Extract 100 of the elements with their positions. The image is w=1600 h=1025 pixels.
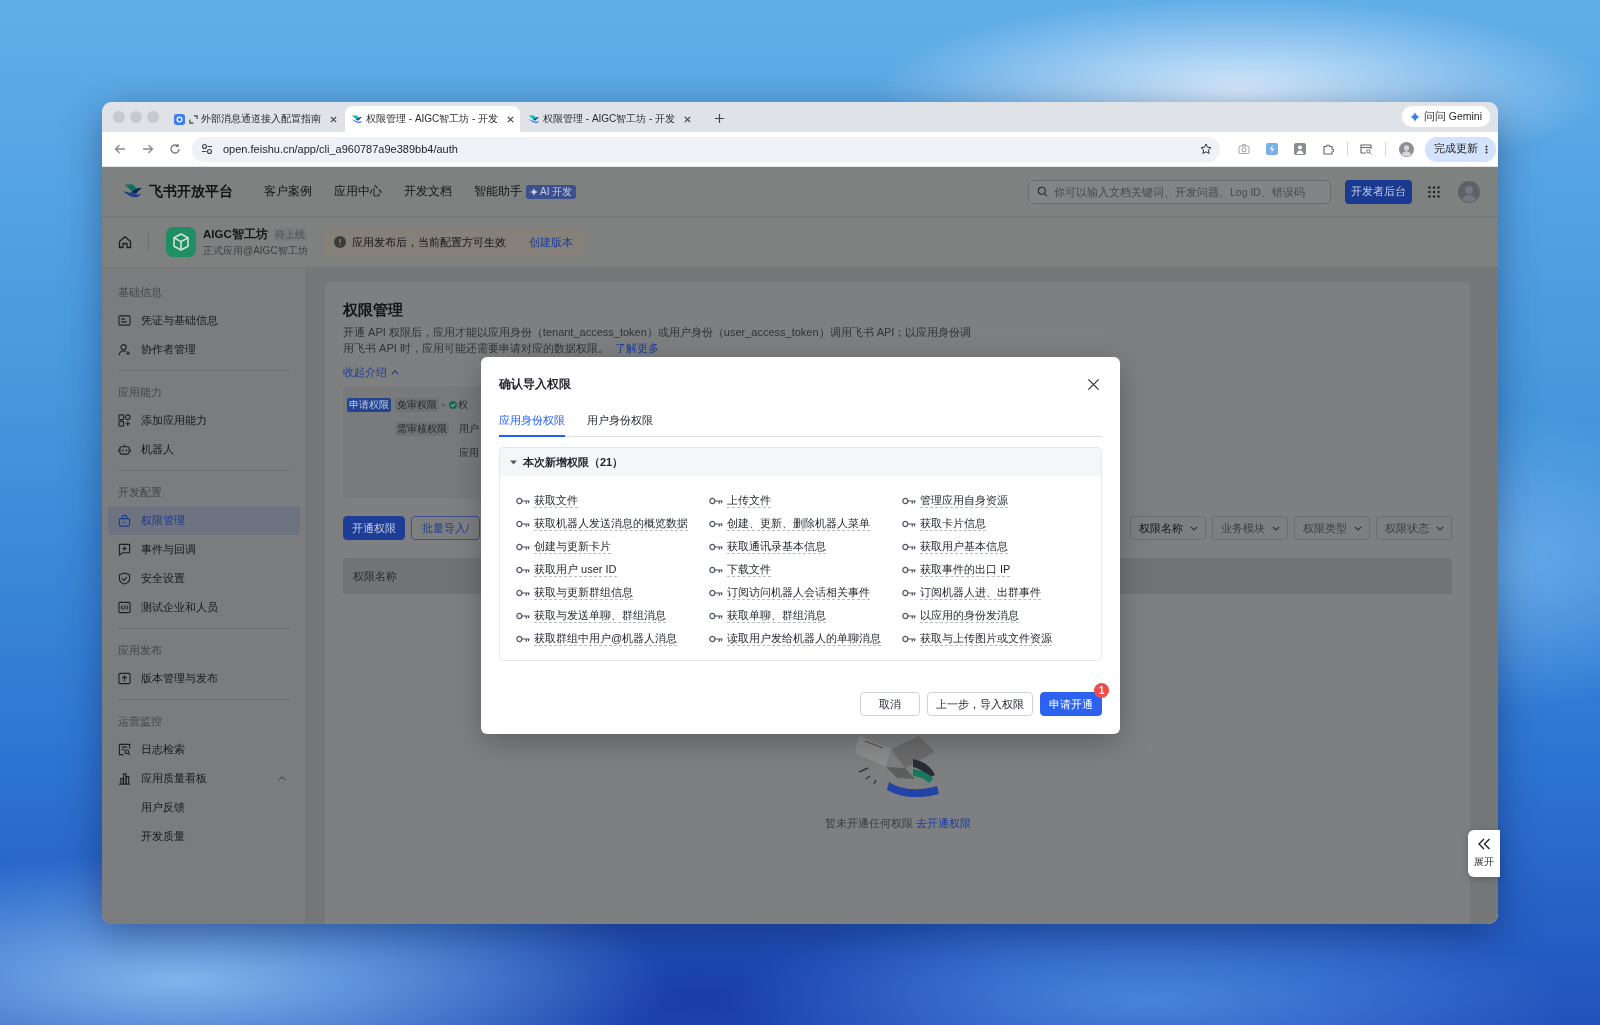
key-icon xyxy=(902,565,916,574)
diagram-label: 应用 xyxy=(459,446,479,460)
permission-name: 创建、更新、删除机器人菜单 xyxy=(727,516,870,531)
key-icon xyxy=(902,611,916,620)
key-icon xyxy=(516,611,530,620)
filter-dropdown[interactable]: 业务模块 xyxy=(1212,516,1288,540)
home-icon[interactable] xyxy=(118,235,132,249)
star-icon[interactable] xyxy=(1200,143,1212,155)
key-icon xyxy=(516,565,530,574)
double-chevron-left-icon xyxy=(1477,838,1491,850)
close-icon[interactable] xyxy=(329,114,338,124)
robot-icon xyxy=(118,443,131,456)
key-icon xyxy=(709,611,723,620)
permission-type-tag: 免审权限 xyxy=(395,398,439,412)
grid-plus-icon xyxy=(118,414,131,427)
permission-name: 获取用户基本信息 xyxy=(920,539,1008,554)
triangle-right-icon xyxy=(442,402,447,408)
check-circle-icon xyxy=(449,401,457,409)
app-grid-icon[interactable] xyxy=(1428,185,1440,198)
puzzle-icon[interactable] xyxy=(1322,143,1334,155)
nav-link[interactable]: 应用中心 xyxy=(334,183,382,200)
permission-name: 获取机器人发送消息的概览数据 xyxy=(534,516,688,531)
permission-type-tag: 需审核权限 xyxy=(395,422,449,436)
chevron-up-icon[interactable] xyxy=(278,776,286,781)
permission-name: 获取通讯录基本信息 xyxy=(727,539,826,554)
permission-name: 订阅访问机器人会话相关事件 xyxy=(727,585,870,600)
close-icon[interactable] xyxy=(506,114,515,124)
sidebar-item[interactable]: 凭证与基础信息 xyxy=(108,306,300,335)
sidebar-item[interactable]: 测试企业和人员 xyxy=(108,593,300,622)
back-arrow-icon[interactable] xyxy=(114,143,126,155)
permission-name: 获取卡片信息 xyxy=(920,516,986,531)
expand-button[interactable]: 展开 xyxy=(1468,830,1500,877)
dialog-button[interactable]: 上一步，导入权限 xyxy=(927,692,1033,716)
key-icon xyxy=(902,496,916,505)
key-icon xyxy=(709,588,723,597)
sidebar-item[interactable]: 应用质量看板 xyxy=(108,764,300,793)
dialog-tab[interactable]: 用户身份权限 xyxy=(587,404,653,437)
site-settings-icon[interactable] xyxy=(201,143,213,155)
chevron-up-icon xyxy=(391,369,399,375)
alert-circle-icon xyxy=(334,236,346,248)
camera-icon[interactable] xyxy=(1238,143,1250,155)
portrait-icon[interactable] xyxy=(1294,143,1306,155)
filter-dropdown[interactable]: 权限类型 xyxy=(1294,516,1370,540)
chevron-down-icon xyxy=(1190,525,1198,531)
dialog-button[interactable]: 取消 xyxy=(860,692,920,716)
browser-tab[interactable]: 权限管理 - AIGC智工坊 - 开发 xyxy=(345,106,520,132)
tab-search-icon[interactable] xyxy=(1360,143,1372,155)
chevron-down-icon xyxy=(1436,525,1444,531)
key-icon xyxy=(902,634,916,643)
bar-chart-icon xyxy=(118,772,131,785)
address-bar[interactable]: open.feishu.cn/app/cli_a960787a9e389bb4/auth xyxy=(192,136,1220,162)
empty-state-text: 暂未开通任何权限 去开通权限 xyxy=(824,816,971,830)
plus-icon[interactable] xyxy=(714,113,725,124)
sidebar-item[interactable]: 安全设置 xyxy=(108,564,300,593)
forward-arrow-icon[interactable] xyxy=(142,143,154,155)
filter-dropdown[interactable]: 权限名称 xyxy=(1130,516,1206,540)
profile-avatar-icon[interactable] xyxy=(1399,141,1414,157)
nav-link[interactable]: 智能助手 xyxy=(474,183,522,200)
browser-tab[interactable]: 权限管理 - AIGC智工坊 - 开发 xyxy=(522,106,697,132)
permission-name: 获取文件 xyxy=(534,493,578,508)
id-card-icon xyxy=(118,314,131,327)
user-add-icon xyxy=(118,343,131,356)
column-header: 权限名称 xyxy=(353,568,397,584)
filter-dropdown[interactable]: 权限状态 xyxy=(1376,516,1452,540)
nav-link[interactable]: 开发文档 xyxy=(404,183,452,200)
app-name: AIGC智工坊 xyxy=(203,226,268,242)
sidebar-item[interactable]: 日志检索 xyxy=(108,735,300,764)
collapse-intro-link[interactable]: 收起介绍 xyxy=(343,364,399,380)
sidebar-item[interactable]: 机器人 xyxy=(108,435,300,464)
learn-more-link[interactable]: 了解更多 xyxy=(614,342,659,354)
message-plus-icon xyxy=(118,543,131,556)
reload-icon[interactable] xyxy=(169,143,181,155)
group-header[interactable]: 本次新增权限（21） xyxy=(500,448,1101,476)
browser-tab[interactable]: 外部消息通道接入配置指南 xyxy=(168,106,343,132)
sidebar-item[interactable]: 版本管理与发布 xyxy=(108,664,300,693)
sidebar-item[interactable]: 协作者管理 xyxy=(108,335,300,364)
update-button[interactable]: 完成更新 xyxy=(1425,136,1496,162)
dialog-tab[interactable]: 应用身份权限 xyxy=(499,404,565,437)
permission-name: 获取与上传图片或文件资源 xyxy=(920,631,1052,646)
key-icon xyxy=(709,496,723,505)
enable-permission-button[interactable]: 开通权限 xyxy=(343,516,405,540)
close-icon[interactable] xyxy=(683,114,692,124)
enable-permission-link[interactable]: 去开通权限 xyxy=(915,817,971,829)
close-icon[interactable] xyxy=(1087,377,1100,391)
notice-text: 应用发布后，当前配置方可生效 xyxy=(352,234,506,250)
sidebar-subitem[interactable]: 开发质量 xyxy=(108,822,300,851)
nav-link[interactable]: 客户案例 xyxy=(264,183,312,200)
key-icon xyxy=(709,519,723,528)
sidebar-item[interactable]: 事件与回调 xyxy=(108,535,300,564)
key-icon xyxy=(709,634,723,643)
sidebar-subitem[interactable]: 用户反馈 xyxy=(108,793,300,822)
permission-name: 订阅机器人进、出群事件 xyxy=(920,585,1041,600)
code-box-icon xyxy=(118,601,131,614)
gemini-button[interactable]: 问问 Gemini xyxy=(1401,106,1490,127)
permission-name: 获取事件的出口 IP xyxy=(920,562,1011,577)
batch-import-button[interactable]: 批量导入/ xyxy=(411,516,481,540)
brand-name[interactable]: 飞书开放平台 xyxy=(149,182,233,201)
developer-console-button[interactable]: 开发者后台 xyxy=(1345,179,1412,204)
create-version-link[interactable]: 创建版本 xyxy=(529,234,573,250)
sidebar-item[interactable]: 添加应用能力 xyxy=(108,406,300,435)
